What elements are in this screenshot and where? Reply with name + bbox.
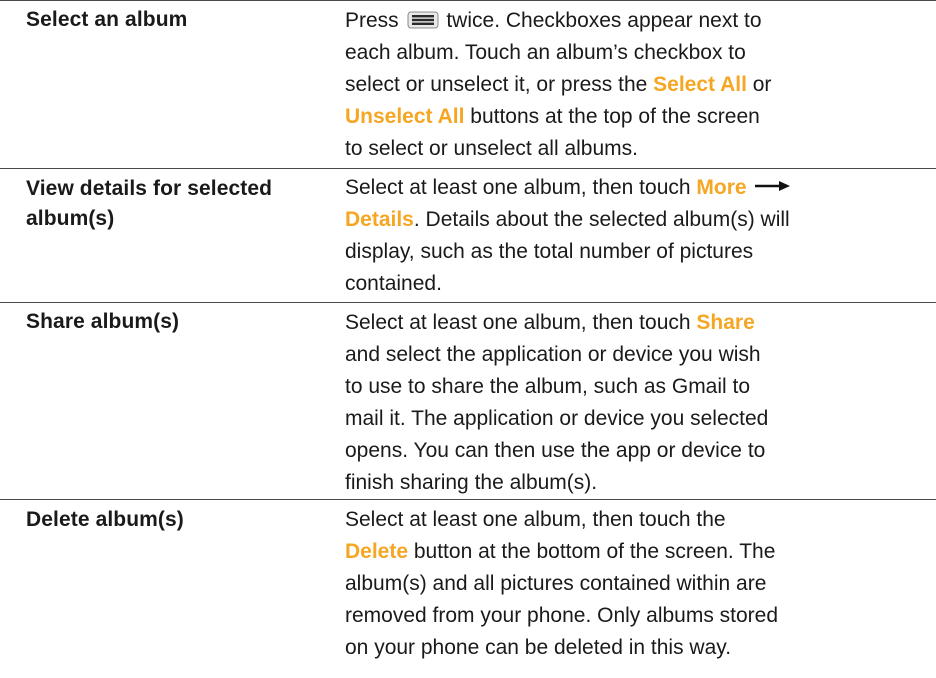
desc-line: each album. Touch an album’s checkbox to — [345, 41, 746, 64]
desc-line: contained. — [345, 272, 442, 295]
desc-line: removed from your phone. Only albums sto… — [345, 604, 779, 627]
desc-line: Unselect All buttons at the top of the s… — [345, 105, 760, 128]
desc-line: on your phone can be deleted in this way… — [345, 636, 732, 659]
row-action-label: Select an album — [26, 8, 188, 31]
row-description: Press twice. Checkboxes appear next to e… — [345, 5, 925, 165]
menu-icon — [407, 11, 439, 29]
table-row-select-album: Select an album Press twice. Checkboxes … — [0, 0, 936, 168]
table-row-view-details: View details for selected album(s) Selec… — [0, 168, 936, 302]
desc-line: Select at least one album, then touch Mo… — [345, 172, 925, 204]
desc-line: Delete button at the bottom of the scree… — [345, 540, 776, 563]
row-action-label: Delete album(s) — [26, 508, 184, 531]
desc-line: opens. You can then use the app or devic… — [345, 439, 766, 462]
desc-line: Select at least one album, then touch Sh… — [345, 311, 755, 334]
select-all-button-ref: Select All — [653, 73, 747, 96]
desc-line: display, such as the total number of pic… — [345, 240, 754, 263]
row-description: Select at least one album, then touch Sh… — [345, 307, 925, 499]
row-action-label: Share album(s) — [26, 310, 180, 333]
desc-line: to use to share the album, such as Gmail… — [345, 375, 751, 398]
row-description: Select at least one album, then touch th… — [345, 504, 925, 664]
more-menu-ref: More — [696, 176, 747, 199]
delete-button-ref: Delete — [345, 540, 409, 563]
arrow-right-icon — [753, 172, 791, 191]
desc-line: Details. Details about the selected albu… — [345, 208, 790, 231]
unselect-all-button-ref: Unselect All — [345, 105, 465, 128]
desc-line: finish sharing the album(s). — [345, 471, 598, 494]
desc-line: Press twice. Checkboxes appear next to — [345, 9, 762, 32]
desc-line: and select the application or device you… — [345, 343, 761, 366]
row-description: Select at least one album, then touch Mo… — [345, 172, 925, 300]
desc-line: to select or unselect all albums. — [345, 137, 638, 160]
share-menu-ref: Share — [696, 311, 755, 334]
desc-line: Select at least one album, then touch th… — [345, 508, 726, 531]
table-row-delete-albums: Delete album(s) Select at least one albu… — [0, 499, 936, 678]
desc-line: album(s) and all pictures contained with… — [345, 572, 767, 595]
desc-line: mail it. The application or device you s… — [345, 407, 769, 430]
details-menu-ref: Details — [345, 208, 414, 231]
table-row-share-albums: Share album(s) Select at least one album… — [0, 302, 936, 499]
row-action-label: View details for selected album(s) — [26, 177, 273, 230]
desc-line: select or unselect it, or press the Sele… — [345, 73, 772, 96]
